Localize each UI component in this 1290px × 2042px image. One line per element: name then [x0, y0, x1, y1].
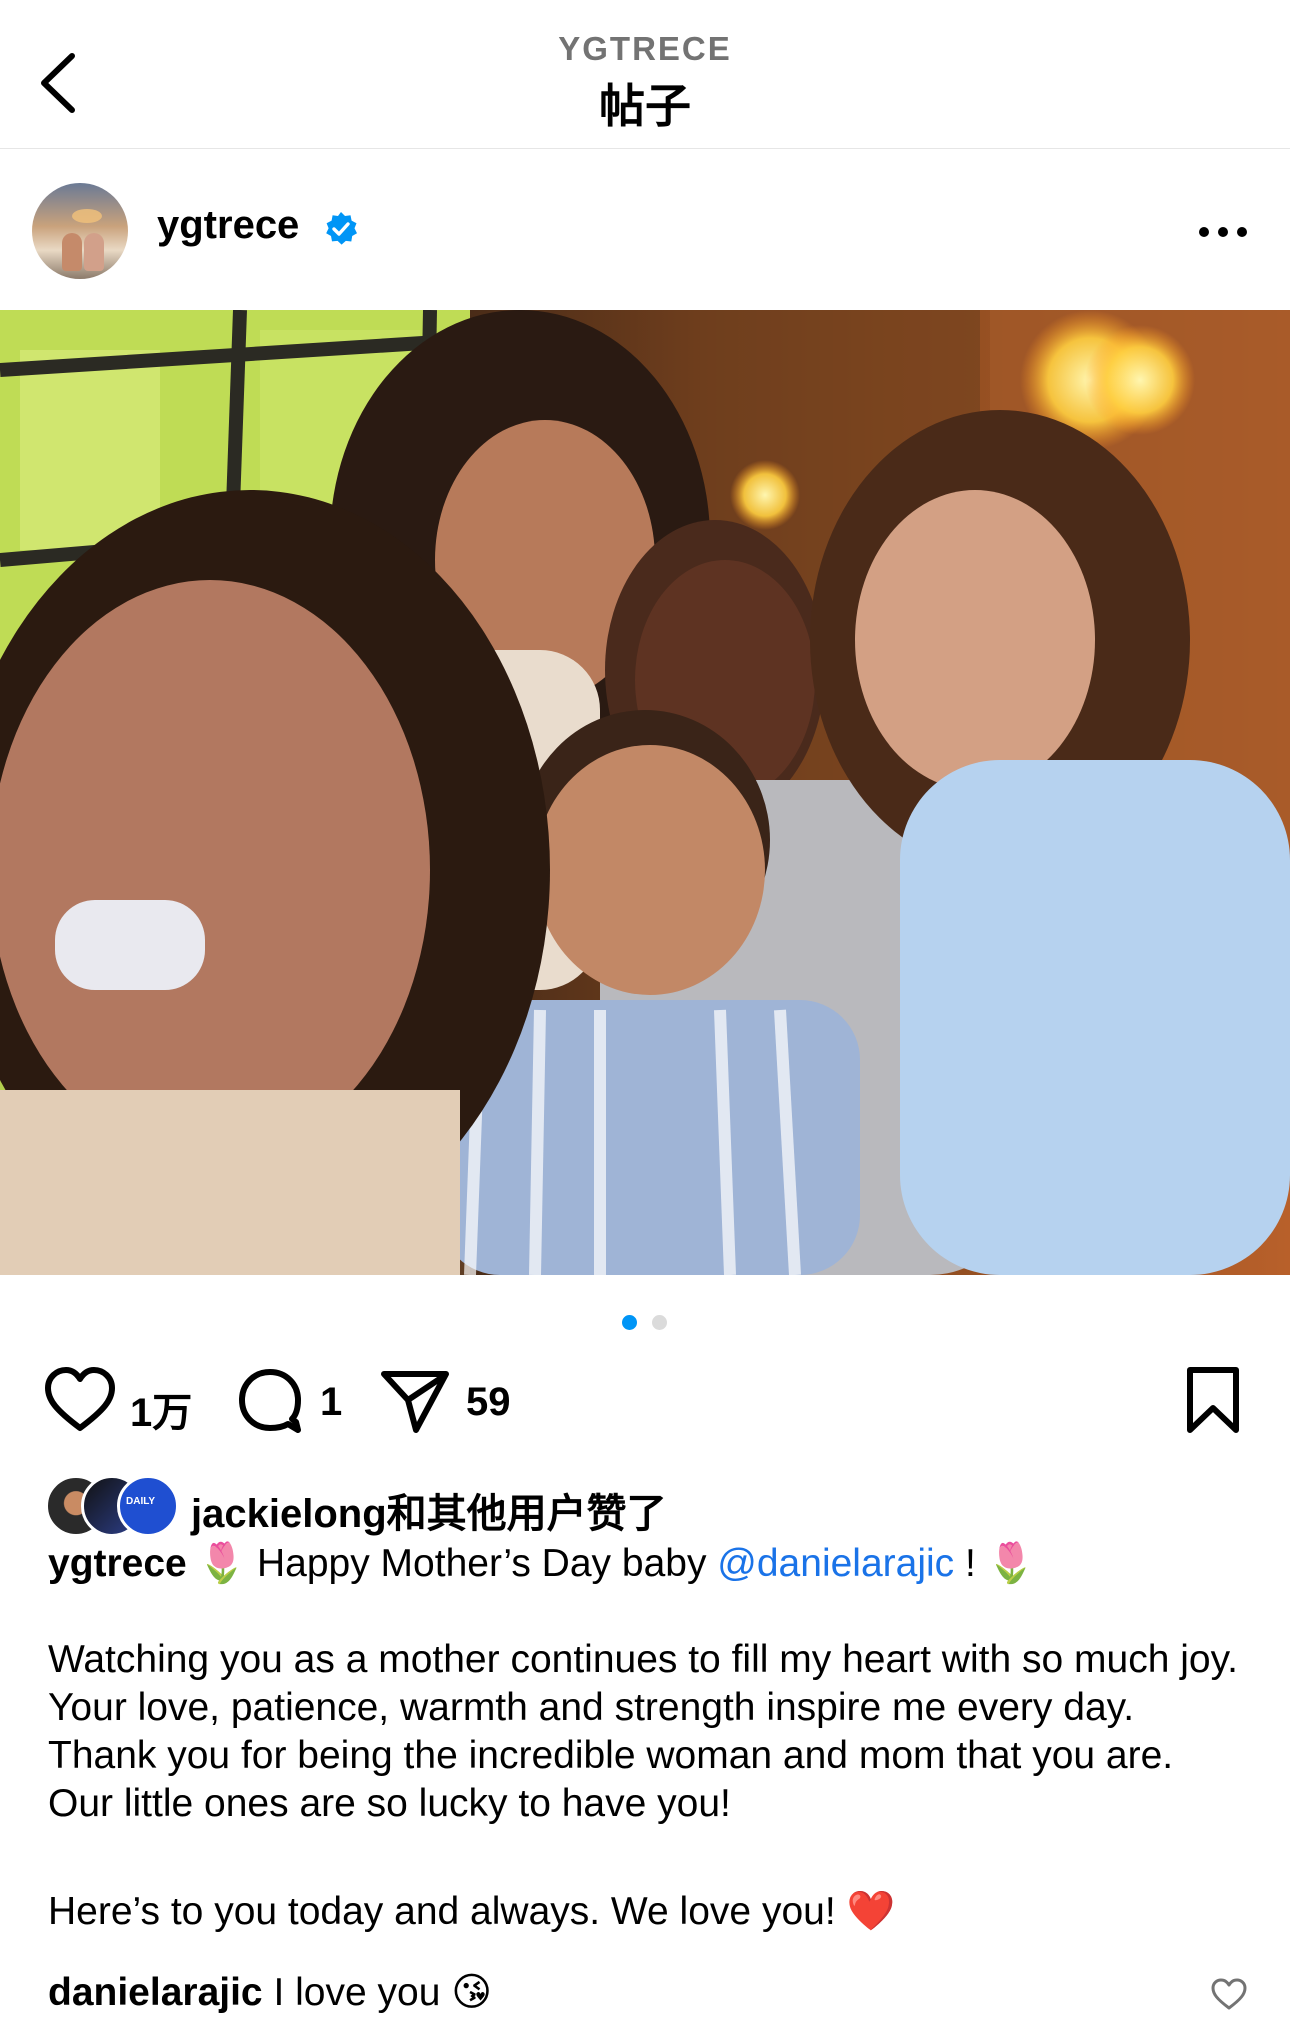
liked-by-user[interactable]: jackielong	[191, 1492, 387, 1536]
liked-by-suffix: 和其他用户赞了	[386, 1492, 667, 1536]
top-bar: YGTRECE 帖子	[0, 0, 1290, 149]
post-header: ygtrece	[0, 149, 1290, 309]
post-photo[interactable]	[0, 310, 1290, 1275]
tulip-emoji: 🌷	[197, 1542, 247, 1585]
comment-count[interactable]: 1	[320, 1380, 342, 1425]
author-avatar[interactable]	[32, 183, 128, 279]
page-title: 帖子	[599, 80, 691, 132]
liked-by-text[interactable]: jackielong和其他用户赞了	[191, 1481, 667, 1539]
share-count[interactable]: 59	[466, 1380, 511, 1425]
red-heart-emoji: ❤️	[846, 1890, 896, 1933]
like-heart-icon[interactable]	[44, 1366, 116, 1436]
caption-mention[interactable]: @danielarajic	[717, 1542, 954, 1585]
caption-username[interactable]: ygtrece	[48, 1542, 187, 1585]
caption-closing-text: Here’s to you today and always. We love …	[48, 1890, 847, 1933]
kiss-emoji: 😘	[451, 1971, 492, 2014]
caption-text: Happy Mother’s Day baby	[246, 1542, 718, 1585]
carousel-indicator	[0, 1315, 1290, 1331]
comment-like-heart-icon[interactable]	[1210, 1978, 1248, 2012]
post-actions: 1万 1 59	[0, 1366, 1290, 1436]
comment-text: I love you	[262, 1971, 452, 2014]
carousel-dot	[652, 1315, 667, 1330]
verified-badge-icon	[326, 212, 357, 245]
caption-paragraph: Watching you as a mother continues to fi…	[48, 1638, 1239, 1825]
more-options-icon[interactable]	[1196, 223, 1250, 241]
post-caption: ygtrece 🌷 Happy Mother’s Day baby @danie…	[48, 1540, 1248, 1936]
like-count[interactable]: 1万	[130, 1380, 192, 1438]
comment-bubble-icon[interactable]	[236, 1366, 304, 1436]
caption-paragraph-closing: Here’s to you today and always. We love …	[48, 1888, 1248, 1936]
tulip-emoji-2: 🌷	[986, 1542, 1036, 1585]
share-paper-plane-icon[interactable]	[378, 1366, 452, 1436]
carousel-dot-active	[622, 1315, 637, 1330]
author-username[interactable]: ygtrece	[157, 203, 299, 248]
liker-avatar-3[interactable]: DAILY	[117, 1475, 179, 1537]
caption-text-end: !	[954, 1542, 987, 1585]
header-subtitle: YGTRECE	[558, 30, 732, 67]
comment-preview[interactable]: danielarajic I love you 😘	[48, 1968, 1198, 2018]
liked-by-row[interactable]: DAILY jackielong和其他用户赞了	[45, 1475, 1245, 1537]
comment-username[interactable]: danielarajic	[48, 1971, 263, 2014]
caption-line-1: ygtrece 🌷 Happy Mother’s Day baby @danie…	[48, 1540, 1248, 1588]
photo-illustration	[0, 310, 1290, 1275]
liker-avatar-badge: DAILY	[126, 1496, 156, 1507]
save-bookmark-icon[interactable]	[1184, 1366, 1242, 1436]
